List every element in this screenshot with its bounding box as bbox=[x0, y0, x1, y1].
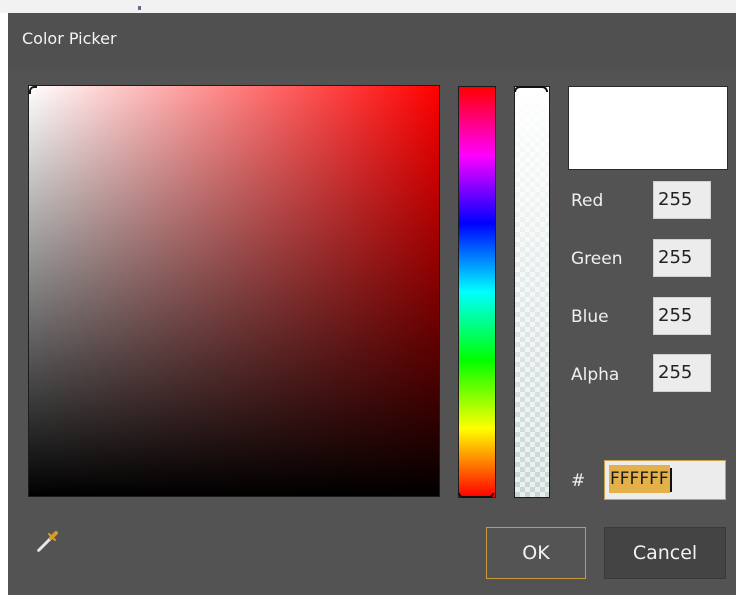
hex-field[interactable]: FFFFFF bbox=[604, 460, 726, 500]
hex-prefix-label: # bbox=[571, 471, 586, 491]
green-label: Green bbox=[571, 249, 623, 269]
red-field[interactable]: 255 bbox=[653, 181, 711, 219]
dialog-titlebar[interactable]: Color Picker bbox=[8, 13, 736, 69]
background-window-mark bbox=[138, 6, 141, 10]
alpha-field[interactable]: 255 bbox=[653, 354, 711, 392]
saturation-value-cursor[interactable] bbox=[29, 86, 37, 94]
blue-field[interactable]: 255 bbox=[653, 297, 711, 335]
alpha-label: Alpha bbox=[571, 365, 620, 385]
color-picker-dialog: Color Picker Red 255 Green 255 Blue 255 … bbox=[8, 13, 736, 595]
ok-button[interactable]: OK bbox=[486, 527, 586, 579]
background-window-edge bbox=[0, 0, 736, 13]
text-caret bbox=[669, 467, 672, 492]
green-field[interactable]: 255 bbox=[653, 239, 711, 277]
cancel-button[interactable]: Cancel bbox=[604, 527, 726, 579]
alpha-slider[interactable] bbox=[514, 86, 550, 498]
hue-slider-handle[interactable] bbox=[458, 493, 494, 498]
blue-label: Blue bbox=[571, 307, 609, 327]
dialog-title: Color Picker bbox=[22, 29, 117, 48]
alpha-slider-handle[interactable] bbox=[514, 86, 548, 92]
saturation-value-area[interactable] bbox=[28, 85, 440, 497]
hex-value-selected: FFFFFF bbox=[609, 465, 670, 493]
hue-slider[interactable] bbox=[458, 86, 496, 498]
color-preview-swatch bbox=[568, 86, 728, 170]
red-label: Red bbox=[571, 191, 604, 211]
eyedropper-icon[interactable] bbox=[34, 525, 64, 555]
